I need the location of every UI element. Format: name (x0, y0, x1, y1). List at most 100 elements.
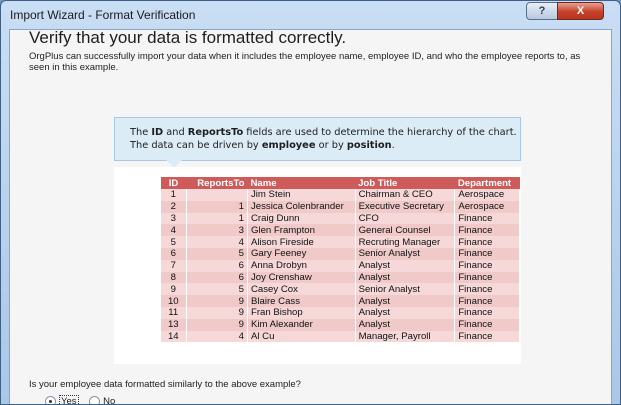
cell-reportsto: 1 (186, 200, 248, 213)
cell-name: Al Cu (247, 330, 356, 343)
info-callout: The ID and ReportsTo fields are used to … (114, 117, 521, 161)
cell-job-title: General Counsel (355, 224, 456, 237)
page-heading: Verify that your data is formatted corre… (29, 28, 347, 47)
cell-id: 13 (161, 318, 187, 331)
table-header-row: ID ReportsTo Name Job Title Department (161, 177, 520, 189)
cell-reportsto: 9 (186, 306, 248, 319)
callout-line-2: The data can be driven by employee or by… (130, 140, 395, 151)
column-header-reportsto: ReportsTo (186, 177, 248, 189)
cell-id: 2 (161, 200, 187, 213)
cell-id: 9 (161, 283, 187, 296)
cell-name: Casey Cox (247, 283, 356, 296)
column-header-id: ID (161, 177, 187, 189)
cell-job-title: Analyst (355, 306, 456, 319)
cell-department: Finance (454, 259, 520, 272)
import-wizard-window: Import Wizard - Format Verification ? X … (0, 0, 621, 405)
table-row: 7 6 Anna Drobyn Analyst Finance (161, 259, 520, 272)
cell-department: Finance (454, 212, 520, 225)
cell-id: 7 (161, 259, 187, 272)
cell-department: Finance (454, 318, 520, 331)
example-table: ID ReportsTo Name Job Title Department 1… (161, 177, 520, 343)
cell-name: Joy Crenshaw (247, 271, 356, 284)
table-fade-overlay (161, 350, 520, 364)
cell-reportsto: 4 (186, 236, 248, 248)
callout-keyword-employee: employee (261, 140, 316, 151)
cell-name: Gary Feeney (247, 247, 356, 260)
cell-name: Craig Dunn (247, 212, 356, 225)
cell-reportsto: 9 (186, 295, 248, 307)
table-row: 4 3 Glen Frampton General Counsel Finance (161, 224, 520, 237)
cell-name: Glen Frampton (247, 224, 356, 237)
cell-name: Anna Drobyn (247, 259, 356, 272)
cell-id: 5 (161, 236, 187, 248)
example-table-viewport: ID ReportsTo Name Job Title Department 1… (161, 177, 520, 364)
column-header-job-title: Job Title (355, 177, 455, 189)
cell-department: Finance (454, 236, 520, 248)
cell-department: Finance (454, 330, 520, 343)
yes-radio-label[interactable]: Yes (59, 395, 79, 404)
cell-reportsto: 6 (186, 259, 248, 272)
cell-department: Finance (454, 295, 520, 307)
help-button[interactable]: ? (526, 2, 558, 20)
table-row: 9 5 Casey Cox Senior Analyst Finance (161, 283, 520, 296)
example-table-panel: ID ReportsTo Name Job Title Department 1… (114, 167, 521, 364)
yes-radio[interactable] (45, 396, 56, 404)
cell-department: Finance (454, 306, 520, 319)
callout-keyword-reportsto: ReportsTo (187, 127, 244, 138)
format-answer-group: Yes No (45, 395, 123, 404)
cell-id: 8 (161, 271, 187, 284)
cell-reportsto: 5 (186, 283, 248, 296)
close-button[interactable]: X (557, 2, 604, 20)
cell-name: Blaire Cass (247, 295, 356, 307)
title-bar[interactable]: Import Wizard - Format Verification ? X (1, 1, 620, 29)
column-header-department: Department (454, 177, 520, 189)
cell-reportsto: 6 (186, 271, 248, 284)
cell-reportsto: 3 (186, 224, 248, 237)
table-row: 1 Jim Stein Chairman & CEO Aerospace (161, 189, 520, 201)
cell-id: 4 (161, 224, 187, 237)
cell-reportsto: 5 (186, 247, 248, 260)
cell-department: Aerospace (454, 200, 520, 213)
cell-department: Finance (454, 283, 520, 296)
cell-job-title: Analyst (355, 318, 456, 331)
cell-reportsto: 4 (186, 330, 248, 343)
cell-job-title: CFO (355, 212, 456, 225)
table-row: 11 9 Fran Bishop Analyst Finance (161, 306, 520, 319)
cell-id: 11 (161, 306, 187, 319)
cell-department: Finance (454, 224, 520, 237)
callout-keyword-position: position (346, 140, 392, 151)
cell-department: Aerospace (454, 189, 520, 201)
cell-reportsto: 1 (186, 212, 248, 225)
cell-id: 14 (161, 330, 187, 343)
column-header-name: Name (247, 177, 356, 189)
cell-job-title: Analyst (355, 295, 456, 307)
cell-reportsto: 9 (186, 318, 248, 331)
no-radio[interactable] (89, 396, 101, 404)
page-description: OrgPlus can successfully import your dat… (29, 51, 581, 73)
cell-id: 10 (161, 295, 187, 307)
cell-reportsto (186, 189, 248, 201)
cell-department: Finance (454, 247, 520, 260)
table-row: 2 1 Jessica Colenbrander Executive Secretar… (161, 200, 520, 213)
cell-id: 1 (161, 189, 187, 201)
cell-job-title: Senior Analyst (355, 247, 456, 260)
cell-name: Jessica Colenbrander (247, 200, 356, 213)
cell-job-title: Analyst (355, 259, 456, 272)
cell-job-title: Senior Analyst (355, 283, 456, 296)
cell-job-title: Recruting Manager (355, 236, 456, 248)
table-row: 14 4 Al Cu Manager, Payroll Finance (161, 330, 520, 343)
callout-line-1: The ID and ReportsTo fields are used to … (130, 127, 517, 138)
cell-name: Jim Stein (247, 189, 356, 201)
format-question: Is your employee data formatted similarl… (29, 379, 301, 390)
cell-department: Finance (454, 271, 520, 284)
cell-job-title: Executive Secretary (355, 200, 456, 213)
window-title: Import Wizard - Format Verification (10, 8, 196, 22)
cell-job-title: Manager, Payroll (355, 330, 456, 343)
callout-keyword-id: ID (151, 127, 164, 138)
cell-job-title: Analyst (355, 271, 456, 284)
no-radio-label[interactable]: No (103, 396, 115, 404)
cell-name: Fran Bishop (247, 306, 356, 319)
cell-id: 3 (161, 212, 187, 225)
table-row: 10 9 Blaire Cass Analyst Finance (161, 295, 520, 307)
cell-name: Alison Fireside (247, 236, 356, 248)
